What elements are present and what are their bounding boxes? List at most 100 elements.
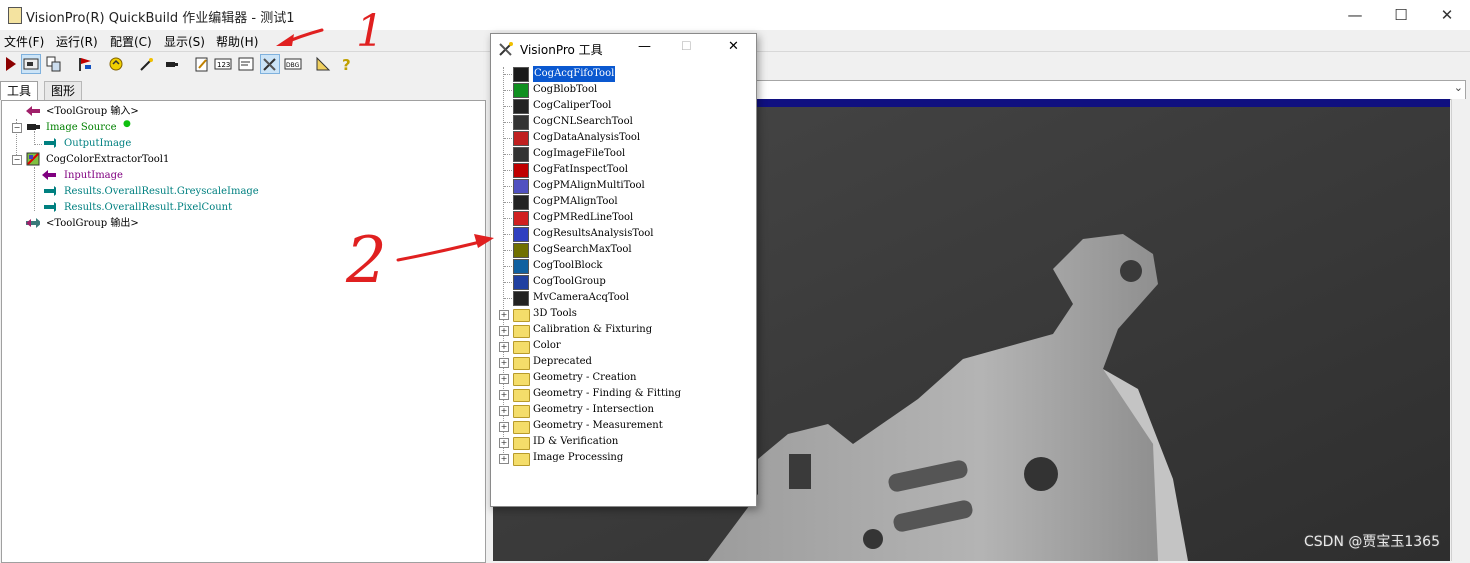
menu-run[interactable]: 运行(R)	[56, 33, 98, 50]
left-tabs: 工具 图形	[0, 80, 490, 100]
vertical-scrollbar[interactable]	[1451, 99, 1470, 561]
tool-label: CogImageFileTool	[533, 148, 626, 159]
collapse-icon[interactable]: −	[12, 123, 22, 133]
folder-label: Deprecated	[533, 356, 592, 367]
tool-icon	[513, 115, 529, 130]
svg-text:DBG: DBG	[286, 62, 300, 69]
tool-icon	[513, 291, 529, 306]
tree-label: OutputImage	[64, 138, 132, 149]
tab-graphics[interactable]: 图形	[44, 81, 83, 100]
tool-label: MvCameraAcqTool	[533, 292, 630, 303]
tool-label: CogToolGroup	[533, 276, 606, 287]
tool-icon	[513, 275, 529, 290]
folder-label: 3D Tools	[533, 308, 577, 319]
folder-label: Calibration & Fixturing	[533, 324, 653, 335]
tools-icon[interactable]	[260, 54, 280, 74]
folder-label: Color	[533, 340, 561, 351]
run-icon[interactable]	[2, 55, 20, 73]
folder-label: Geometry - Finding & Fitting	[533, 388, 682, 399]
folder-icon	[513, 373, 530, 386]
collapse-icon[interactable]: −	[12, 155, 22, 165]
folder-label: Geometry - Measurement	[533, 420, 663, 431]
terminal-icon[interactable]	[237, 55, 255, 73]
folder-icon	[513, 453, 530, 466]
tree-label: <ToolGroup 输出>	[46, 218, 139, 229]
tab-tools[interactable]: 工具	[0, 81, 39, 100]
folder-icon	[513, 421, 530, 434]
folder-icon	[513, 309, 530, 322]
tool-label: CogDataAnalysisTool	[533, 132, 641, 143]
expand-icon[interactable]: +	[499, 358, 509, 368]
title-bar: VisionPro(R) QuickBuild 作业编辑器 - 测试1 — ☐ …	[0, 0, 1470, 30]
tree-label: CogColorExtractorTool1	[46, 154, 170, 165]
numbers-icon[interactable]: 123	[214, 55, 232, 73]
chevron-down-icon: ⌄	[1453, 81, 1463, 94]
tool-tree: <ToolGroup 输入> − Image Source ● OutputIm…	[1, 100, 486, 563]
menu-file[interactable]: 文件(F)	[4, 33, 44, 50]
palette-minimize-button[interactable]: —	[638, 39, 651, 54]
tool-icon	[513, 83, 529, 98]
tool-icon	[513, 147, 529, 162]
palette-title: VisionPro 工具	[520, 43, 603, 57]
tool-label: CogPMAlignMultiTool	[533, 180, 645, 191]
tool-icon	[513, 99, 529, 114]
tool-icon	[513, 227, 529, 242]
tool-icon	[513, 179, 529, 194]
tool-label: CogResultsAnalysisTool	[533, 228, 654, 239]
tool-icon	[513, 131, 529, 146]
tool-palette-window: VisionPro 工具 — ☐ ✕ CogAcqFifoTool CogBlob…	[490, 33, 757, 507]
menu-view[interactable]: 显示(S)	[164, 33, 205, 50]
tree-label: Results.OverallResult.PixelCount	[64, 202, 233, 213]
tool-label: CogAcqFifoTool	[531, 65, 617, 83]
folder-icon	[513, 437, 530, 450]
expand-icon[interactable]: +	[499, 438, 509, 448]
tree-label: Image Source	[46, 122, 117, 133]
status-dot-icon: ●	[123, 119, 131, 129]
maximize-button[interactable]: ☐	[1378, 0, 1424, 30]
show-image-icon[interactable]	[21, 54, 41, 74]
refresh-icon[interactable]	[107, 55, 125, 73]
window-title: VisionPro(R) QuickBuild 作业编辑器 - 测试1	[26, 11, 295, 26]
camera-icon[interactable]	[162, 55, 180, 73]
expand-icon[interactable]: +	[499, 310, 509, 320]
tool-label: CogSearchMaxTool	[533, 244, 632, 255]
menu-help[interactable]: 帮助(H)	[216, 33, 258, 50]
edit-icon[interactable]	[193, 55, 211, 73]
palette-maximize-button[interactable]: ☐	[681, 39, 692, 53]
minimize-button[interactable]: —	[1332, 0, 1378, 30]
expand-icon[interactable]: +	[499, 454, 509, 464]
folder-icon	[513, 341, 530, 354]
log-icon[interactable]: DBG	[284, 55, 302, 73]
expand-icon[interactable]: +	[499, 342, 509, 352]
help-icon[interactable]: ?	[338, 55, 356, 74]
copy-icon[interactable]	[45, 55, 63, 73]
tool-label: CogCNLSearchTool	[533, 116, 633, 127]
tree-label: Results.OverallResult.GreyscaleImage	[64, 186, 259, 197]
folder-label: Geometry - Intersection	[533, 404, 654, 415]
svg-text:?: ?	[342, 56, 351, 73]
tool-icon	[513, 243, 529, 258]
tool-icon	[513, 163, 529, 178]
palette-close-button[interactable]: ✕	[728, 39, 739, 54]
tool-icon	[513, 195, 529, 210]
palette-title-bar[interactable]: VisionPro 工具 — ☐ ✕	[491, 34, 756, 63]
expand-icon[interactable]: +	[499, 326, 509, 336]
menu-config[interactable]: 配置(C)	[110, 33, 152, 50]
expand-icon[interactable]: +	[499, 390, 509, 400]
folder-icon	[513, 405, 530, 418]
expand-icon[interactable]: +	[499, 374, 509, 384]
flag-icon[interactable]	[76, 55, 94, 73]
tool-label: CogPMRedLineTool	[533, 212, 634, 223]
expand-icon[interactable]: +	[499, 406, 509, 416]
image-select-dropdown[interactable]: ⌄	[756, 80, 1466, 100]
folder-icon	[513, 325, 530, 338]
wand-icon[interactable]	[138, 55, 156, 73]
tool-label: CogCaliperTool	[533, 100, 612, 111]
folder-icon	[513, 357, 530, 370]
folder-label: Geometry - Creation	[533, 372, 637, 383]
folder-label: Image Processing	[533, 452, 624, 463]
close-button[interactable]: ✕	[1424, 0, 1470, 30]
expand-icon[interactable]: +	[499, 422, 509, 432]
tree-label: InputImage	[64, 170, 123, 181]
measure-icon[interactable]	[314, 55, 332, 73]
